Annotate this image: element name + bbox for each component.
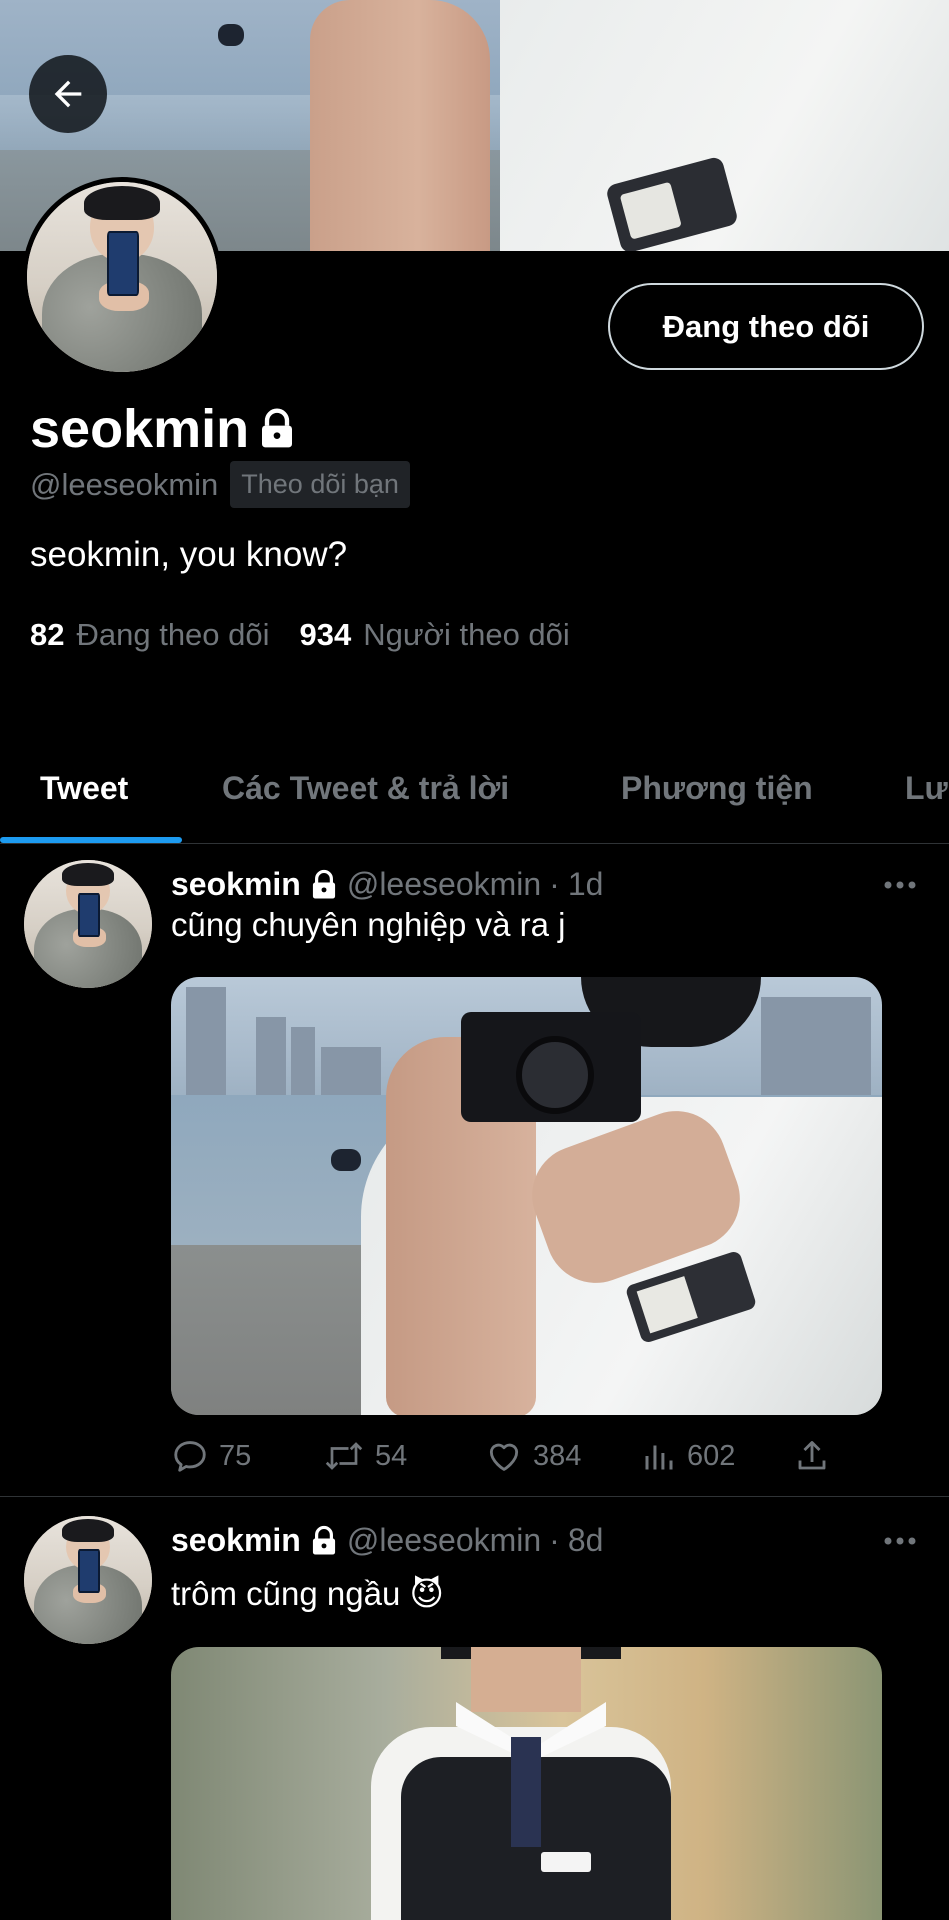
profile-bio: seokmin, you know? <box>30 535 348 574</box>
views-count: 602 <box>687 1439 736 1472</box>
banner-figure <box>218 24 244 46</box>
tweet-more-button[interactable] <box>880 870 920 900</box>
following-label: Đang theo dõi <box>76 617 270 652</box>
tweet-actions: 75 54 384 602 <box>171 1432 851 1480</box>
tweet-avatar[interactable] <box>24 860 152 988</box>
profile-handle: @leeseokmin <box>30 466 219 502</box>
tweet-media-photo[interactable] <box>171 1647 882 1920</box>
tab-media[interactable]: Phương tiện <box>621 738 813 838</box>
tab-tweets[interactable]: Tweet <box>40 738 128 838</box>
views-icon <box>645 1445 673 1470</box>
tweet-divider <box>0 1496 949 1497</box>
views-button[interactable]: 602 <box>641 1432 735 1480</box>
profile-tabs: Tweet Các Tweet & trả lời Phương tiện Lư… <box>0 738 949 843</box>
heart-icon <box>489 1443 519 1471</box>
profile-avatar[interactable] <box>22 177 222 377</box>
following-stat[interactable]: 82 Đang theo dõi <box>30 617 270 653</box>
following-count: 82 <box>30 617 65 652</box>
profile-stats: 82 Đang theo dõi 934 Người theo dõi <box>30 617 570 653</box>
retweet-count: 54 <box>375 1439 408 1472</box>
tweet-more-button[interactable] <box>880 1526 920 1556</box>
tab-tweets-replies[interactable]: Các Tweet & trả lời <box>222 738 509 838</box>
tweet-author-handle[interactable]: @leeseokmin <box>347 1522 541 1559</box>
like-button[interactable]: 384 <box>485 1432 581 1480</box>
profile-name-row: seokmin <box>30 398 297 460</box>
more-horizontal-icon <box>884 881 916 889</box>
tweet-time[interactable]: 1d <box>568 866 604 903</box>
following-button[interactable]: Đang theo dõi <box>608 283 924 370</box>
tweet-separator: · <box>549 1522 560 1558</box>
reply-count: 75 <box>219 1439 252 1472</box>
followers-stat[interactable]: 934 Người theo dõi <box>300 617 570 653</box>
tab-likes[interactable]: Lượt thích <box>905 738 949 838</box>
tweet-separator: · <box>549 866 560 902</box>
display-name: seokmin <box>30 399 250 459</box>
more-horizontal-icon <box>884 1537 916 1545</box>
followers-count: 934 <box>299 617 352 652</box>
tabs-divider <box>0 843 949 844</box>
retweet-icon <box>325 1442 363 1470</box>
retweet-button[interactable]: 54 <box>323 1432 407 1480</box>
reply-icon <box>174 1441 206 1472</box>
handle-row: @leeseokmin Theo dõi bạn <box>30 461 410 508</box>
tweet-text: cũng chuyên nghiệp và ra j <box>171 906 566 943</box>
tweet-header: seokmin @leeseokmin · 8d <box>171 1522 603 1559</box>
tweet-media-photo[interactable] <box>171 977 882 1415</box>
share-button[interactable] <box>794 1432 830 1480</box>
tweet-text: trôm cũng ngầu 😈 <box>171 1575 444 1612</box>
followers-label: Người theo dõi <box>363 617 570 652</box>
tweet-avatar[interactable] <box>24 1516 152 1644</box>
banner-arm <box>310 0 490 251</box>
reply-button[interactable]: 75 <box>171 1432 251 1480</box>
lock-icon <box>312 1525 335 1555</box>
arrow-left-icon <box>54 80 82 108</box>
like-count: 384 <box>533 1439 582 1472</box>
lock-icon <box>312 869 335 899</box>
tweet-author-name[interactable]: seokmin <box>171 1522 301 1559</box>
back-button[interactable] <box>29 55 107 133</box>
tweet-time[interactable]: 8d <box>568 1522 604 1559</box>
follows-you-badge: Theo dõi bạn <box>230 461 410 508</box>
tweet-header: seokmin @leeseokmin · 1d <box>171 866 603 903</box>
tweet-author-handle[interactable]: @leeseokmin <box>347 866 541 903</box>
share-icon <box>798 1441 826 1470</box>
lock-icon <box>262 408 293 448</box>
tweet-author-name[interactable]: seokmin <box>171 866 301 903</box>
